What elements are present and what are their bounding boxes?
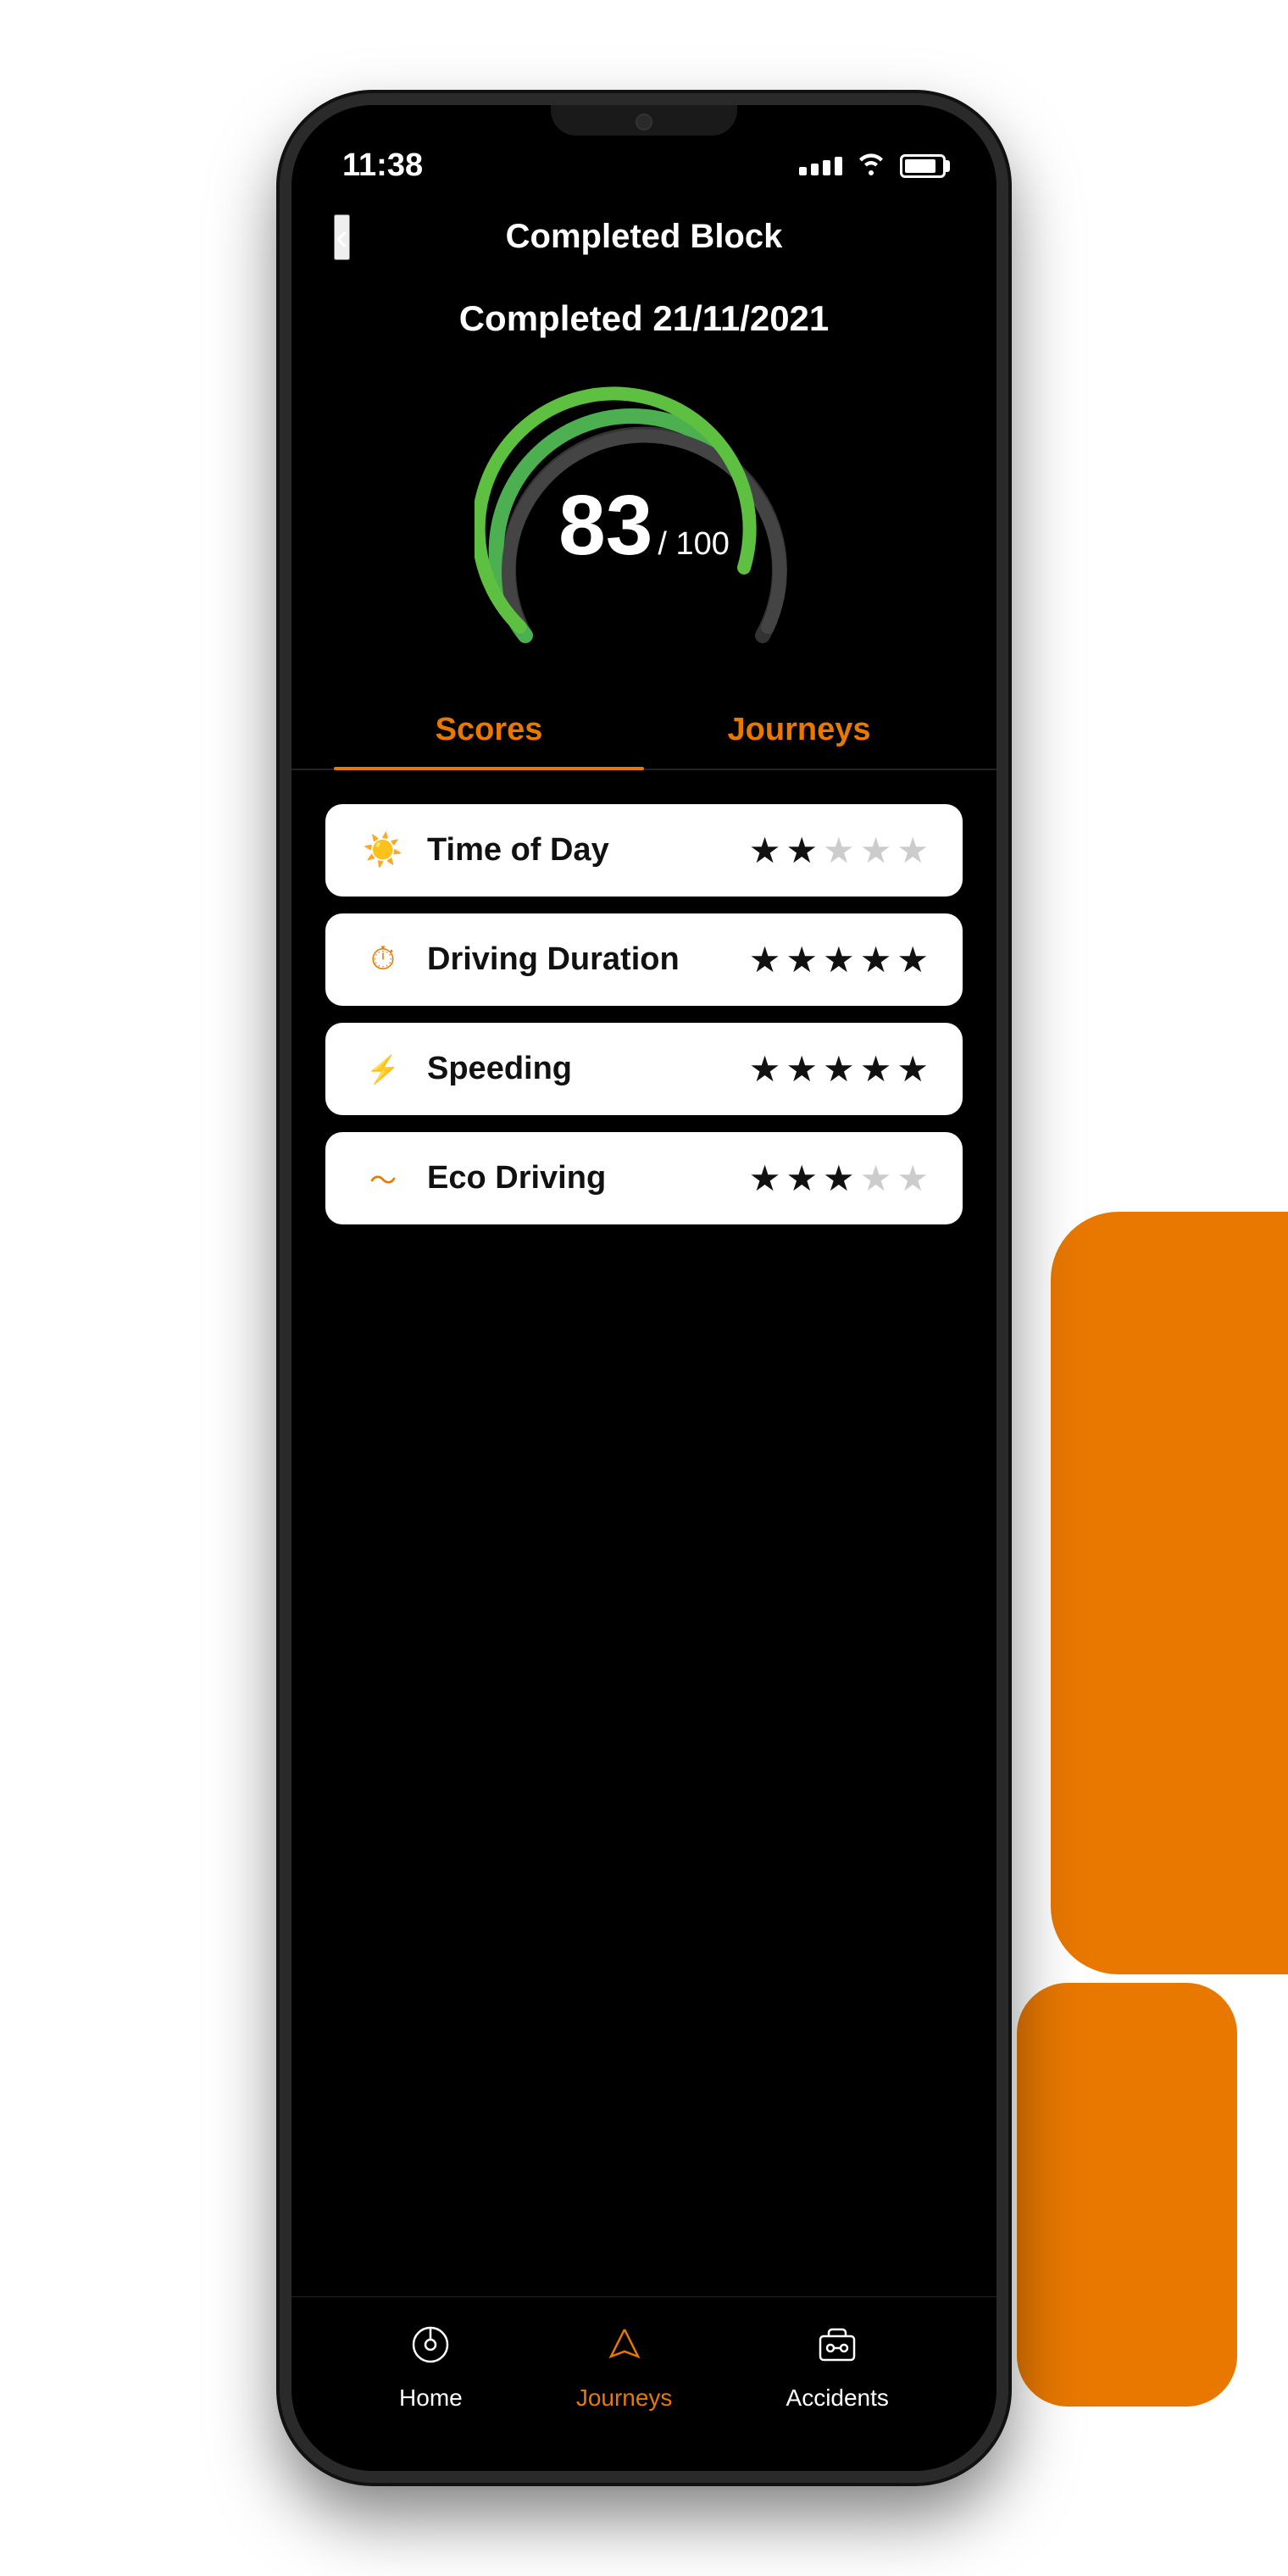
- status-icons: [799, 150, 946, 182]
- driving-duration-label: Driving Duration: [427, 941, 729, 978]
- nav-item-home[interactable]: Home: [399, 2323, 463, 2412]
- phone-notch: [551, 105, 737, 136]
- star: ★: [749, 939, 781, 980]
- eco-driving-icon: 〜: [359, 1159, 407, 1198]
- speeding-icon: ⚡: [359, 1053, 407, 1085]
- star: ★: [749, 830, 781, 871]
- nav-item-journeys[interactable]: Journeys: [576, 2323, 673, 2412]
- app-header: ‹ Completed Block: [291, 201, 997, 281]
- journeys-icon: [602, 2323, 647, 2376]
- phone-camera: [636, 114, 652, 130]
- driving-duration-icon: ⏱: [359, 941, 407, 978]
- star: ★: [786, 1158, 818, 1199]
- bottom-nav: Home Journeys: [291, 2296, 997, 2471]
- journeys-label: Journeys: [576, 2384, 673, 2412]
- speeding-label: Speeding: [427, 1051, 729, 1087]
- star: ★: [786, 1048, 818, 1090]
- home-icon: [408, 2323, 452, 2376]
- score-denominator: / 100: [658, 526, 730, 563]
- star: ★: [860, 939, 892, 980]
- star: ★: [823, 830, 855, 871]
- accidents-label: Accidents: [786, 2384, 889, 2412]
- score-number: 83: [558, 483, 652, 568]
- score-item-speeding[interactable]: ⚡ Speeding ★ ★ ★ ★ ★: [325, 1023, 963, 1115]
- battery-icon: [900, 154, 946, 178]
- time-of-day-icon: ☀️: [359, 832, 407, 869]
- star: ★: [897, 1158, 929, 1199]
- score-item-driving-duration[interactable]: ⏱ Driving Duration ★ ★ ★ ★ ★: [325, 913, 963, 1006]
- gauge-score: 83 / 100: [558, 483, 730, 568]
- tab-journeys[interactable]: Journeys: [644, 695, 954, 769]
- score-item-time-of-day[interactable]: ☀️ Time of Day ★ ★ ★ ★ ★: [325, 804, 963, 897]
- signal-icon: [799, 157, 842, 175]
- header-title: Completed Block: [506, 218, 783, 256]
- star: ★: [860, 1048, 892, 1090]
- bg-orange-right: [1051, 1212, 1288, 1974]
- tab-scores[interactable]: Scores: [334, 695, 644, 769]
- home-label: Home: [399, 2384, 463, 2412]
- star: ★: [786, 939, 818, 980]
- side-button: [1000, 444, 1008, 546]
- accidents-icon: [815, 2323, 859, 2376]
- star: ★: [749, 1158, 781, 1199]
- eco-driving-label: Eco Driving: [427, 1160, 729, 1196]
- driving-duration-stars: ★ ★ ★ ★ ★: [749, 939, 929, 980]
- phone-frame: 11:38 ‹ Comple: [280, 93, 1008, 2483]
- eco-driving-stars: ★ ★ ★ ★ ★: [749, 1158, 929, 1199]
- star: ★: [897, 1048, 929, 1090]
- time-of-day-stars: ★ ★ ★ ★ ★: [749, 830, 929, 871]
- gauge-container: 83 / 100: [291, 364, 997, 695]
- star: ★: [823, 939, 855, 980]
- star: ★: [897, 830, 929, 871]
- speeding-stars: ★ ★ ★ ★ ★: [749, 1048, 929, 1090]
- star: ★: [897, 939, 929, 980]
- status-time: 11:38: [342, 147, 423, 184]
- wifi-icon: [856, 150, 886, 182]
- star: ★: [786, 830, 818, 871]
- completed-date: Completed 21/11/2021: [291, 281, 997, 364]
- time-of-day-label: Time of Day: [427, 832, 729, 869]
- star: ★: [860, 830, 892, 871]
- star: ★: [823, 1158, 855, 1199]
- scores-list: ☀️ Time of Day ★ ★ ★ ★ ★ ⏱ Driving Durat…: [291, 796, 997, 1233]
- content-spacer: [291, 1233, 997, 2296]
- screen: 11:38 ‹ Comple: [291, 105, 997, 2471]
- back-button[interactable]: ‹: [334, 214, 350, 260]
- star: ★: [823, 1048, 855, 1090]
- tabs: Scores Journeys: [291, 695, 997, 770]
- star: ★: [749, 1048, 781, 1090]
- nav-item-accidents[interactable]: Accidents: [786, 2323, 889, 2412]
- star: ★: [860, 1158, 892, 1199]
- bg-orange-bottom: [1017, 1983, 1237, 2407]
- score-item-eco-driving[interactable]: 〜 Eco Driving ★ ★ ★ ★ ★: [325, 1132, 963, 1224]
